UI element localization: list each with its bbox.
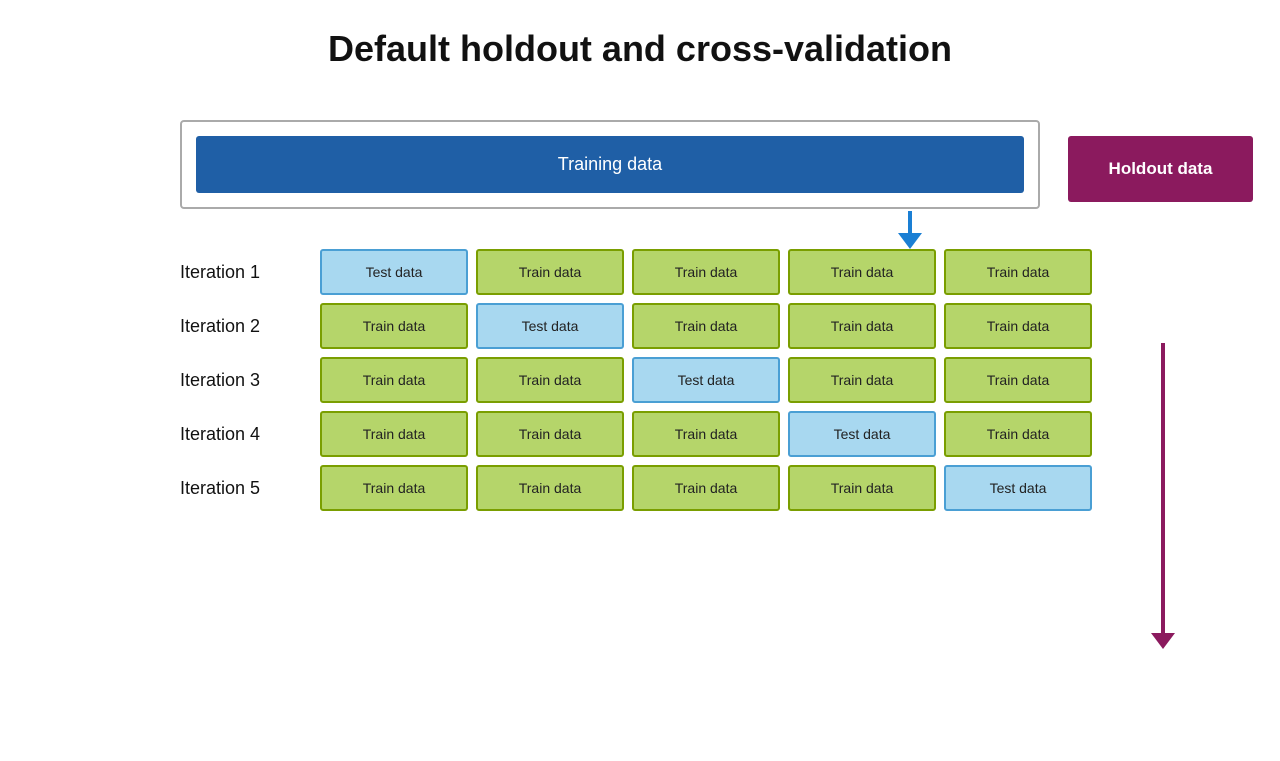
page-title: Default holdout and cross-validation [0, 0, 1280, 90]
train-cell: Train data [320, 357, 468, 403]
top-section: Training data Holdout data [180, 120, 1040, 209]
iteration-row: Iteration 3Train dataTrain dataTest data… [180, 357, 1040, 403]
iterations-section: Final modelevaluation Iteration 1Test da… [180, 249, 1040, 511]
iteration-row: Iteration 4Train dataTrain dataTrain dat… [180, 411, 1040, 457]
arrow-down-wrapper [180, 209, 1260, 249]
holdout-arrow-head [1151, 633, 1175, 649]
cells-group: Train dataTrain dataTrain dataTest dataT… [320, 411, 1092, 457]
train-cell: Train data [632, 303, 780, 349]
cells-group: Test dataTrain dataTrain dataTrain dataT… [320, 249, 1092, 295]
cells-group: Train dataTrain dataTest dataTrain dataT… [320, 357, 1092, 403]
train-cell: Train data [476, 357, 624, 403]
train-cell: Train data [476, 249, 624, 295]
training-data-bar: Training data [196, 136, 1024, 193]
cells-group: Train dataTest dataTrain dataTrain dataT… [320, 303, 1092, 349]
cells-group: Train dataTrain dataTrain dataTrain data… [320, 465, 1092, 511]
train-cell: Train data [320, 465, 468, 511]
iteration-label: Iteration 5 [180, 478, 320, 499]
train-cell: Train data [944, 249, 1092, 295]
test-cell: Test data [320, 249, 468, 295]
holdout-arrow-shaft [1161, 343, 1165, 633]
iteration-label: Iteration 4 [180, 424, 320, 445]
iteration-row: Iteration 1Test dataTrain dataTrain data… [180, 249, 1040, 295]
iteration-label: Iteration 3 [180, 370, 320, 391]
holdout-arrow-container: Final modelevaluation [1070, 343, 1255, 649]
holdout-box: Holdout data [1068, 136, 1253, 202]
iterations-rows: Iteration 1Test dataTrain dataTrain data… [180, 249, 1040, 511]
diagram-container: Training data Holdout data Final modelev… [180, 120, 1260, 519]
train-cell: Train data [476, 465, 624, 511]
arrow-head [898, 233, 922, 249]
arrow-shaft [908, 211, 912, 233]
train-cell: Train data [788, 249, 936, 295]
diagram-wrapper: Training data Holdout data Final modelev… [180, 120, 1260, 511]
train-cell: Train data [788, 303, 936, 349]
train-cell: Train data [320, 411, 468, 457]
train-cell: Train data [320, 303, 468, 349]
iteration-label: Iteration 2 [180, 316, 320, 337]
test-cell: Test data [788, 411, 936, 457]
test-cell: Test data [632, 357, 780, 403]
arrow-down [895, 211, 925, 249]
train-cell: Train data [632, 465, 780, 511]
train-cell: Train data [476, 411, 624, 457]
train-cell: Train data [788, 357, 936, 403]
train-cell: Train data [788, 465, 936, 511]
iteration-row: Iteration 2Train dataTest dataTrain data… [180, 303, 1040, 349]
test-cell: Test data [476, 303, 624, 349]
iteration-label: Iteration 1 [180, 262, 320, 283]
train-cell: Train data [632, 249, 780, 295]
train-cell: Train data [632, 411, 780, 457]
iteration-row: Iteration 5Train dataTrain dataTrain dat… [180, 465, 1040, 511]
